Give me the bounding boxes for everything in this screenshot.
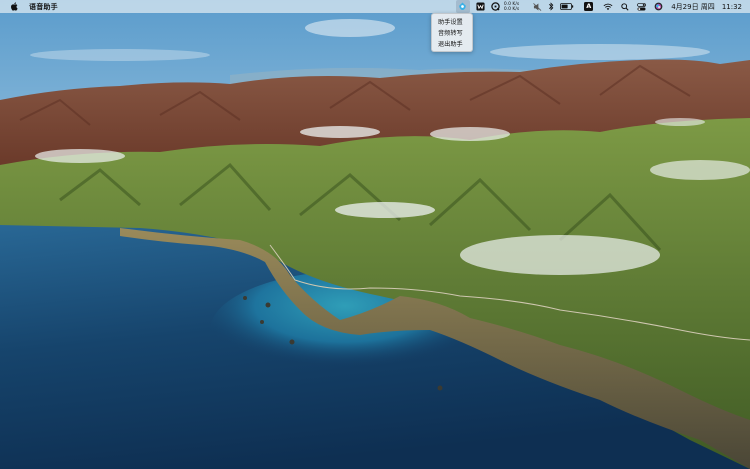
menu-bar: 语音助手 0.0 K/s 0.0 K/s A 4月29日 周四 11:32	[0, 0, 750, 13]
w-app-icon[interactable]	[476, 0, 485, 13]
input-method-label: A	[584, 2, 594, 11]
menu-item-assistant-settings[interactable]: 助手设置	[432, 17, 472, 28]
quicktime-icon[interactable]	[491, 0, 500, 13]
wifi-icon[interactable]	[603, 0, 613, 13]
network-speed-indicator[interactable]: 0.0 K/s 0.0 K/s	[504, 0, 519, 13]
menubar-date[interactable]: 4月29日 周四	[671, 2, 715, 12]
download-speed: 0.0 K/s	[503, 6, 520, 12]
assistant-dropdown-menu: 助手设置 音频转写 退出助手	[431, 13, 473, 52]
assistant-status-icon[interactable]	[455, 0, 470, 13]
battery-icon[interactable]	[560, 0, 574, 13]
input-method-icon[interactable]: A	[584, 0, 594, 13]
apple-logo-icon[interactable]	[9, 2, 18, 11]
menu-item-quit-assistant[interactable]: 退出助手	[432, 39, 472, 50]
app-menu-title[interactable]: 语音助手	[29, 2, 58, 12]
search-icon[interactable]	[621, 0, 629, 13]
control-center-icon[interactable]	[637, 0, 647, 13]
mute-icon[interactable]	[533, 0, 542, 13]
menubar-clock[interactable]: 11:32	[722, 3, 742, 11]
desktop-wallpaper	[0, 0, 750, 469]
siri-icon[interactable]	[654, 0, 663, 13]
bluetooth-icon[interactable]	[548, 0, 554, 13]
menu-item-audio-transcription[interactable]: 音频转写	[432, 28, 472, 39]
